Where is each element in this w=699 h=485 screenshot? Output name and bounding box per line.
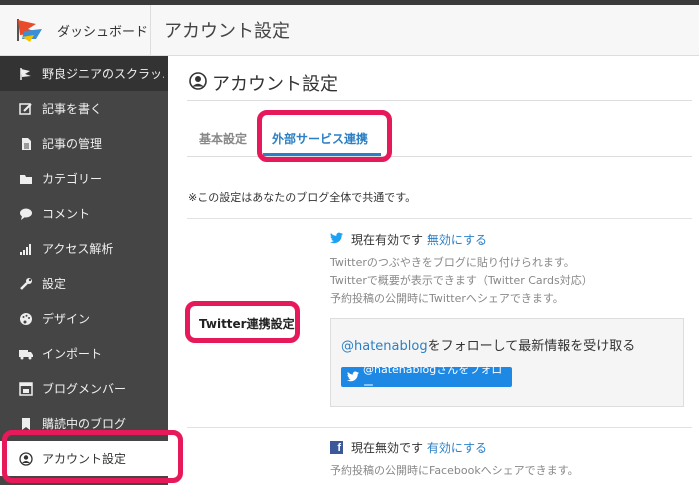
- sidebar-item-category[interactable]: カテゴリー: [0, 161, 168, 196]
- twitter-section-label: Twitter連携設定: [199, 317, 295, 331]
- main-panel: [168, 56, 699, 485]
- comment-icon: [19, 207, 33, 221]
- section-divider: [187, 427, 692, 428]
- sidebar-item-label: 記事を書く: [42, 102, 103, 116]
- facebook-status: 現在無効です 有効にする: [351, 439, 487, 456]
- facebook-enable-link[interactable]: 有効にする: [427, 441, 487, 455]
- palette-icon: [19, 312, 33, 326]
- sidebar-item-label: ブログメンバー: [42, 382, 127, 396]
- truck-icon: [19, 347, 33, 361]
- twitter-icon: [330, 232, 343, 244]
- bookmark-icon: [19, 417, 33, 431]
- header-title: アカウント設定: [164, 21, 290, 42]
- header: ダッシュボード アカウント設定: [0, 5, 699, 56]
- sidebar-item-label: 購読中のブログ: [42, 417, 127, 431]
- section-divider: [187, 218, 692, 219]
- settings-note: ※この設定はあなたのブログ全体で共通です。: [188, 191, 417, 204]
- sidebar-item-label: 記事の管理: [42, 137, 103, 151]
- sidebar-item-label: コメント: [42, 207, 91, 221]
- twitter-disable-link[interactable]: 無効にする: [427, 233, 487, 247]
- sidebar-item-account[interactable]: アカウント設定: [0, 441, 168, 476]
- members-icon: [19, 381, 33, 396]
- sidebar-item-label: 野良ジニアのスクラッ…: [42, 67, 164, 81]
- twitter-desc-line: 予約投稿の公開時にTwitterへシェアできます。: [330, 292, 564, 305]
- dashboard-link[interactable]: ダッシュボード: [0, 5, 151, 55]
- blog-logo-icon: [19, 67, 33, 81]
- tab-external-services[interactable]: 外部サービス連携: [272, 130, 368, 147]
- twitter-status-text: 現在有効です: [351, 233, 424, 247]
- bar-chart-icon: [19, 242, 33, 256]
- hatenablog-handle-link[interactable]: @hatenablog: [341, 339, 428, 354]
- page-title: アカウント設定: [212, 74, 338, 95]
- sidebar-item-comment[interactable]: コメント: [0, 196, 168, 231]
- sidebar: 野良ジニアのスクラッ… 記事を書く 記事の管理 カテゴリー コメント アクセス解…: [0, 56, 168, 485]
- sidebar-item-members[interactable]: ブログメンバー: [0, 371, 168, 406]
- user-circle-icon: [19, 451, 33, 466]
- sidebar-item-label: アクセス解析: [42, 242, 114, 256]
- hatena-logo-icon: [17, 19, 42, 42]
- document-icon: [19, 137, 33, 151]
- twitter-icon: [347, 371, 359, 382]
- sidebar-item-settings[interactable]: 設定: [0, 266, 168, 301]
- dashboard-label: ダッシュボード: [57, 25, 149, 40]
- sidebar-item-label: 設定: [42, 277, 67, 291]
- title-divider: [187, 100, 692, 101]
- twitter-desc-line: Twitterのつぶやきをブログに貼り付けられます。: [330, 256, 575, 269]
- sidebar-item-blog[interactable]: 野良ジニアのスクラッ…: [0, 56, 168, 91]
- folder-icon: [19, 172, 33, 186]
- twitter-desc-line: Twitterで概要が表示できます（Twitter Cards対応）: [330, 274, 593, 287]
- facebook-status-text: 現在無効です: [351, 441, 424, 455]
- tab-basic-settings[interactable]: 基本設定: [199, 130, 247, 147]
- facebook-desc: 予約投稿の公開時にFacebookへシェアできます。: [330, 464, 579, 477]
- user-circle-icon: [189, 72, 207, 90]
- facebook-icon: f: [330, 441, 343, 454]
- sidebar-item-label: デザイン: [42, 312, 91, 326]
- sidebar-item-label: カテゴリー: [42, 172, 103, 186]
- sidebar-item-subscriptions[interactable]: 購読中のブログ: [0, 406, 168, 441]
- sidebar-item-label: アカウント設定: [42, 452, 127, 466]
- sidebar-item-manage[interactable]: 記事の管理: [0, 126, 168, 161]
- sidebar-item-import[interactable]: インポート: [0, 336, 168, 371]
- follow-button-label: @hatenablogさんをフォロー: [363, 363, 503, 392]
- twitter-status: 現在有効です 無効にする: [351, 231, 487, 248]
- sidebar-item-write[interactable]: 記事を書く: [0, 91, 168, 126]
- wrench-icon: [19, 277, 33, 291]
- follow-message-text: をフォローして最新情報を受け取る: [427, 339, 636, 354]
- tabs-divider: [187, 156, 692, 157]
- sidebar-item-analytics[interactable]: アクセス解析: [0, 231, 168, 266]
- twitter-follow-button[interactable]: @hatenablogさんをフォロー: [341, 363, 512, 392]
- sidebar-item-design[interactable]: デザイン: [0, 301, 168, 336]
- follow-message: @hatenablogをフォローして最新情報を受け取る: [341, 335, 635, 354]
- edit-icon: [19, 102, 33, 116]
- sidebar-item-label: インポート: [42, 347, 103, 361]
